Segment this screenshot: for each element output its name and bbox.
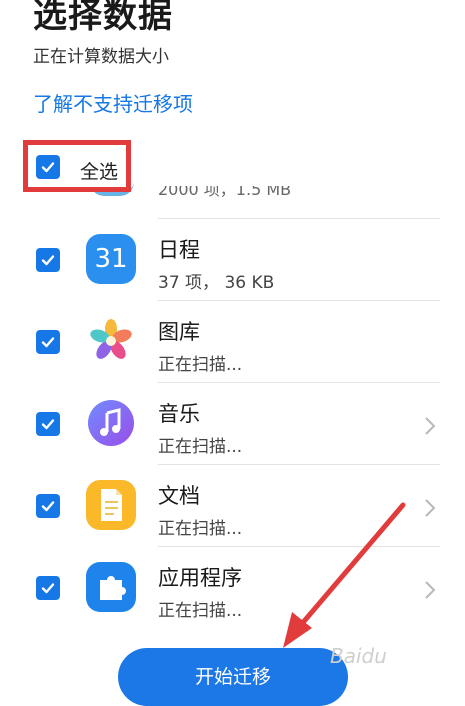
apps-icon [86, 562, 136, 612]
calendar-icon: 31 [86, 234, 136, 284]
checkmark-icon [41, 501, 55, 512]
gallery-icon [86, 316, 136, 366]
item-status: 37 项， 36 KB [158, 273, 275, 293]
music-icon [86, 398, 136, 448]
checkmark-icon [41, 337, 55, 348]
list-item-apps[interactable]: 应用程序 正在扫描... [0, 548, 465, 630]
unsupported-items-link[interactable]: 了解不支持迁移项 [33, 88, 193, 117]
item-checkbox[interactable] [36, 576, 60, 600]
divider [158, 382, 440, 383]
page-subtitle: 正在计算数据大小 [33, 47, 169, 67]
item-checkbox[interactable] [36, 248, 60, 272]
chevron-right-icon[interactable] [423, 580, 437, 600]
item-checkbox[interactable] [36, 330, 60, 354]
select-all-highlight: 全选 [23, 140, 131, 192]
start-migration-label: 开始迁移 [194, 666, 271, 688]
item-checkbox[interactable] [36, 412, 60, 436]
chevron-right-icon[interactable] [423, 416, 437, 436]
item-name: 音乐 [158, 402, 200, 426]
start-migration-button[interactable]: 开始迁移 [118, 648, 348, 706]
list-item-calendar[interactable]: 31 日程 37 项， 36 KB [0, 220, 465, 302]
checkmark-icon [41, 162, 55, 173]
checkmark-icon [41, 255, 55, 266]
select-all-label: 全选 [80, 161, 119, 183]
baidu-watermark: Baidu [330, 644, 387, 668]
item-name: 应用程序 [158, 566, 242, 590]
divider [158, 546, 440, 547]
divider [158, 300, 440, 301]
item-name: 日程 [158, 238, 200, 262]
calendar-icon-text: 31 [94, 244, 128, 274]
page-title: 选择数据 [33, 0, 173, 36]
list-item-music[interactable]: 音乐 正在扫描... [0, 384, 465, 466]
partial-row-status: 2000 项，1.5 MB [158, 186, 292, 199]
divider [158, 464, 440, 465]
item-status: 正在扫描... [158, 437, 243, 457]
checkmark-icon [41, 583, 55, 594]
checkmark-icon [41, 419, 55, 430]
select-all-checkbox[interactable] [36, 155, 60, 179]
chevron-right-icon[interactable] [423, 498, 437, 518]
document-icon [86, 480, 136, 530]
list-item-documents[interactable]: 文档 正在扫描... [0, 466, 465, 548]
item-checkbox[interactable] [36, 494, 60, 518]
item-status: 正在扫描... [158, 355, 243, 375]
item-name: 图库 [158, 320, 200, 344]
list-item-gallery[interactable]: 图库 正在扫描... [0, 302, 465, 384]
divider [158, 218, 440, 219]
item-status: 正在扫描... [158, 519, 243, 539]
item-status: 正在扫描... [158, 601, 243, 621]
item-name: 文档 [158, 484, 200, 508]
